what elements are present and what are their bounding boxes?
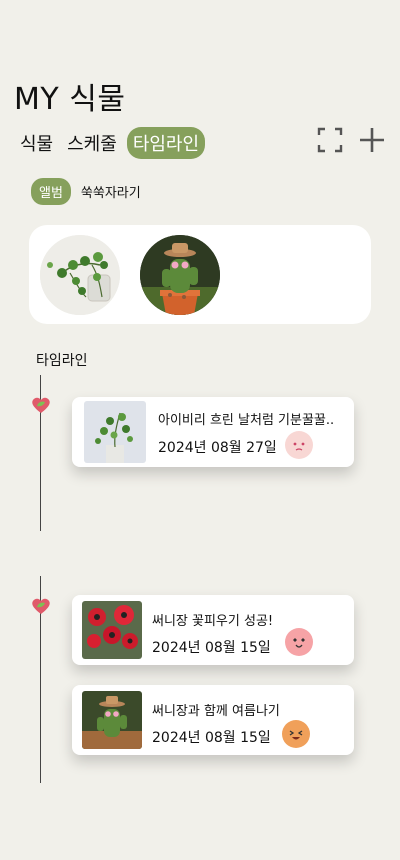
album-filter: 앨범 쑥쑥자라기 <box>31 178 141 205</box>
entry-title: 써니장 꽃피우기 성공! <box>152 614 274 629</box>
expand-icon[interactable] <box>316 126 344 154</box>
tab-timeline[interactable]: 타임라인 <box>126 127 206 159</box>
love-face-icon <box>285 628 313 656</box>
happy-face-icon <box>282 720 310 748</box>
tab-schedule[interactable]: 스케줄 <box>67 130 117 156</box>
cactus-with-hat-photo[interactable] <box>140 235 220 315</box>
timeline-entry[interactable]: 써니장 꽃피우기 성공! 2024년 08월 15일 <box>72 595 354 665</box>
leaf-marker-icon <box>31 396 51 414</box>
cactus-with-hat-thumbnail <box>82 691 142 749</box>
red-flower-thumbnail <box>82 601 142 659</box>
timeline-entry[interactable]: 아이비리 흐린 날처럼 기분꿀꿀.. 2024년 08월 27일 <box>72 397 354 467</box>
album-card <box>29 225 371 324</box>
album-chip[interactable]: 앨범 <box>31 178 71 205</box>
ivy-plant-thumbnail <box>84 401 146 463</box>
plant-name-chip[interactable]: 쑥쑥자라기 <box>81 182 141 201</box>
page-title: MY 식물 <box>14 82 126 117</box>
tab-bar: 식물 스케줄 타임라인 <box>20 127 219 159</box>
entry-title: 아이비리 흐린 날처럼 기분꿀꿀.. <box>158 413 335 428</box>
entry-date: 2024년 08월 27일 <box>158 440 277 456</box>
entry-title: 써니장과 함께 여름나기 <box>152 704 280 719</box>
entry-date: 2024년 08월 15일 <box>152 640 271 656</box>
timeline-section-label: 타임라인 <box>36 353 88 369</box>
tab-plants[interactable]: 식물 <box>20 130 53 156</box>
plus-icon[interactable] <box>358 126 386 154</box>
timeline-entry[interactable]: 써니장과 함께 여름나기 2024년 08월 15일 <box>72 685 354 755</box>
ivy-plant-photo[interactable] <box>40 235 120 315</box>
sad-face-icon <box>285 431 313 459</box>
leaf-marker-icon <box>31 597 51 615</box>
entry-date: 2024년 08월 15일 <box>152 730 271 746</box>
